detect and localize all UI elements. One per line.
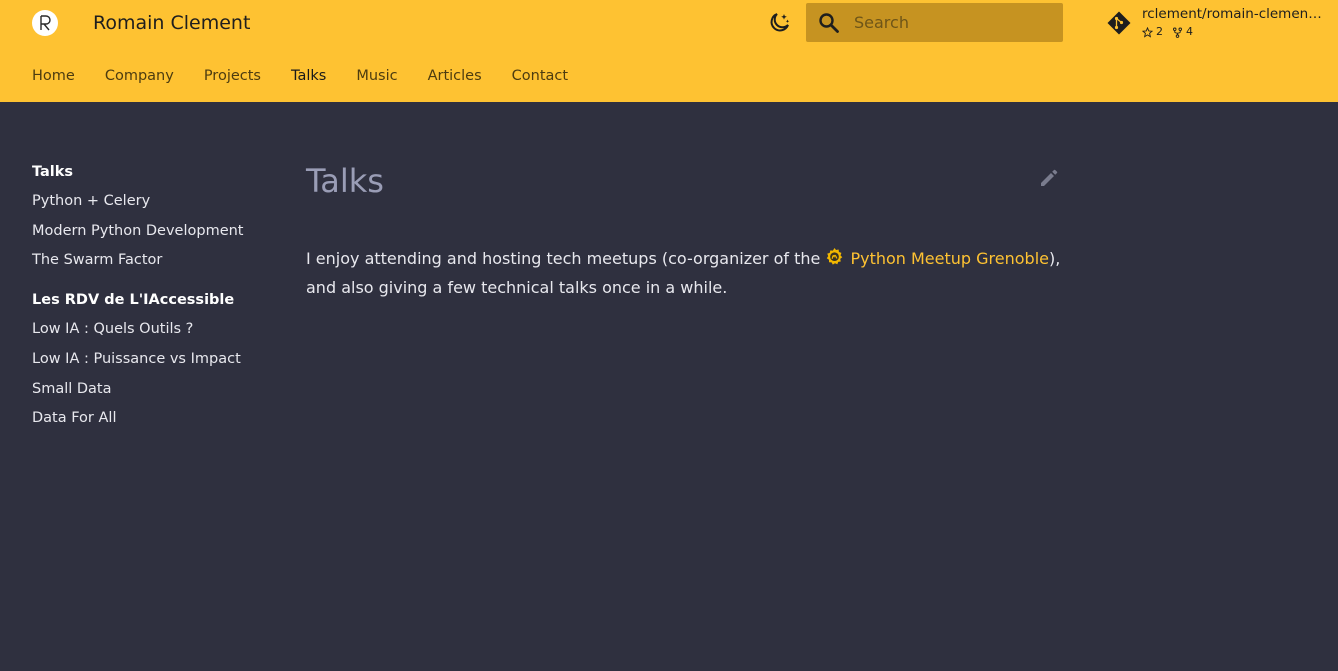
nav-item[interactable]: Low IA : Puissance vs Impact [32,349,272,369]
nav-item[interactable]: Low IA : Quels Outils ? [32,319,272,339]
romain-clement-logo-icon[interactable] [32,10,58,36]
header: Romain Clement rclement/romain- [0,0,1338,102]
intro-paragraph: I enjoy attending and hosting tech meetu… [306,244,1066,302]
intro-text-line2: and also giving a few technical talks on… [306,278,728,297]
link-text: Python Meetup Grenoble [850,249,1049,268]
search-icon[interactable] [817,11,841,35]
tab-music[interactable]: Music [356,66,397,86]
intro-text: I enjoy attending and hosting tech meetu… [306,249,826,268]
stars-count: 2 [1156,25,1163,38]
star-icon [1142,26,1153,38]
search-input[interactable] [854,3,1054,42]
repo-stars: 2 [1142,25,1163,39]
main-content: Talks I enjoy attending and hosting tech… [306,160,1062,302]
site-title[interactable]: Romain Clement [93,11,250,35]
tab-contact[interactable]: Contact [512,66,568,86]
nav-item[interactable]: Modern Python Development [32,221,272,241]
tab-company[interactable]: Company [105,66,174,86]
fork-icon [1173,27,1182,38]
repo-name: rclement/romain-clement.net [1142,6,1326,22]
repo-forks: 4 [1172,25,1193,39]
nav-item[interactable]: The Swarm Factor [32,250,272,270]
repo-link[interactable]: rclement/romain-clement.net 2 4 [1106,6,1326,42]
sidebar-navigation: Talks Python + Celery Modern Python Deve… [32,162,272,428]
intro-text-after: ), [1049,249,1061,268]
nav-item[interactable]: Python + Celery [32,191,272,211]
nav-item[interactable]: Small Data [32,379,272,399]
forks-count: 4 [1186,25,1193,38]
repo-facts: 2 4 [1142,25,1193,39]
nav-section-title[interactable]: Talks [32,162,272,182]
moon-star-icon[interactable] [766,10,792,36]
git-icon [1106,10,1132,36]
tab-talks[interactable]: Talks [291,66,326,86]
meetup-badge-icon [827,247,843,265]
python-meetup-grenoble-link[interactable]: Python Meetup Grenoble [825,247,1049,268]
page-title: Talks [306,162,384,200]
tab-articles[interactable]: Articles [428,66,482,86]
nav-item[interactable]: Data For All [32,408,272,428]
tab-projects[interactable]: Projects [204,66,261,86]
nav-section-title[interactable]: Les RDV de L'IAccessible [32,290,272,310]
tab-home[interactable]: Home [32,66,75,86]
search-box [806,3,1063,42]
tabs: Home Company Projects Talks Music Articl… [32,66,598,86]
